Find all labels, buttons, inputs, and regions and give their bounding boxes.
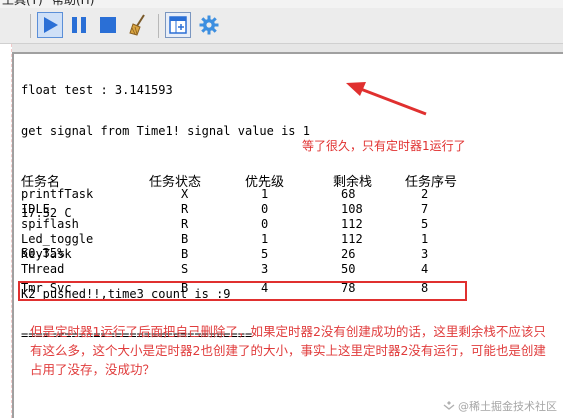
clear-icon [129,14,145,36]
menu-item-tools[interactable]: 工具(T) [2,0,43,8]
menu-item-help[interactable]: 帮助(H) [52,0,94,8]
pause-icon [72,17,86,33]
annotation-bottom-note: 但是定时器1运行了后面把自己删除了，如果定时器2没有创建成功的话，这里剩余栈不应… [30,324,546,377]
cell-priority: 3 [261,262,269,276]
left-panel [0,44,12,418]
pause-button[interactable] [66,12,92,38]
annotation-top-note: 等了很久，只有定时器1运行了 [302,139,466,153]
cell-task-name: KeyTask [21,247,72,261]
watermark: @稀土掘金技术社区 [443,398,557,414]
cell-task-state: R [181,202,189,216]
cell-stack-remaining: 68 [341,187,356,201]
cell-task-number: 1 [421,232,429,246]
toolbar-separator [158,14,159,38]
cell-task-number: 5 [421,217,429,231]
stop-button[interactable] [95,12,121,38]
terminal-line: get signal from Time1! signal value is 1 [21,123,310,138]
cell-priority: 0 [261,217,269,231]
annotation-arrow [346,82,427,116]
cell-task-number: 2 [421,187,429,201]
header-task-number: 任务序号 [405,175,458,190]
cell-stack-remaining: 108 [341,202,363,216]
window-frame [12,44,563,52]
cell-task-state: X [181,187,189,201]
stop-icon [100,17,116,33]
cell-task-number: 7 [421,202,429,216]
cell-task-name: spiflash [21,217,79,231]
cell-task-state: B [181,247,189,261]
clear-button[interactable] [126,12,152,38]
cell-task-name: IDLE [21,202,50,216]
cell-task-number: 4 [421,262,429,276]
cell-task-name: Led_toggle [21,232,94,246]
run-button[interactable] [37,12,63,38]
cell-task-number: 3 [421,247,429,261]
run-icon [44,17,58,33]
window-button[interactable] [165,12,191,38]
cell-task-name: printfTask [21,187,94,201]
cell-priority: 0 [261,202,269,216]
cell-stack-remaining: 112 [341,232,363,246]
cell-stack-remaining: 26 [341,247,356,261]
cell-task-state: R [181,217,189,231]
gear-icon [199,15,219,35]
highlight-box [18,281,467,301]
watermark-text: @稀土掘金技术社区 [458,400,557,413]
juejin-logo-icon [443,401,455,410]
header-task-state: 任务状态 [149,175,202,190]
cell-stack-remaining: 112 [341,217,363,231]
window-icon [169,16,187,34]
toolbar [0,8,563,44]
cell-task-name: THread [21,262,65,276]
menu-bar: 工具(T) 帮助(H) [0,0,563,8]
cell-priority: 5 [261,247,269,261]
terminal-line: float test : 3.141593 [21,83,173,98]
cell-priority: 1 [261,187,269,201]
toolbar-separator [30,14,31,38]
cell-stack-remaining: 50 [341,262,356,276]
cell-task-state: B [181,232,189,246]
cell-task-state: S [181,262,189,276]
settings-button[interactable] [196,12,222,38]
cell-priority: 1 [261,232,269,246]
